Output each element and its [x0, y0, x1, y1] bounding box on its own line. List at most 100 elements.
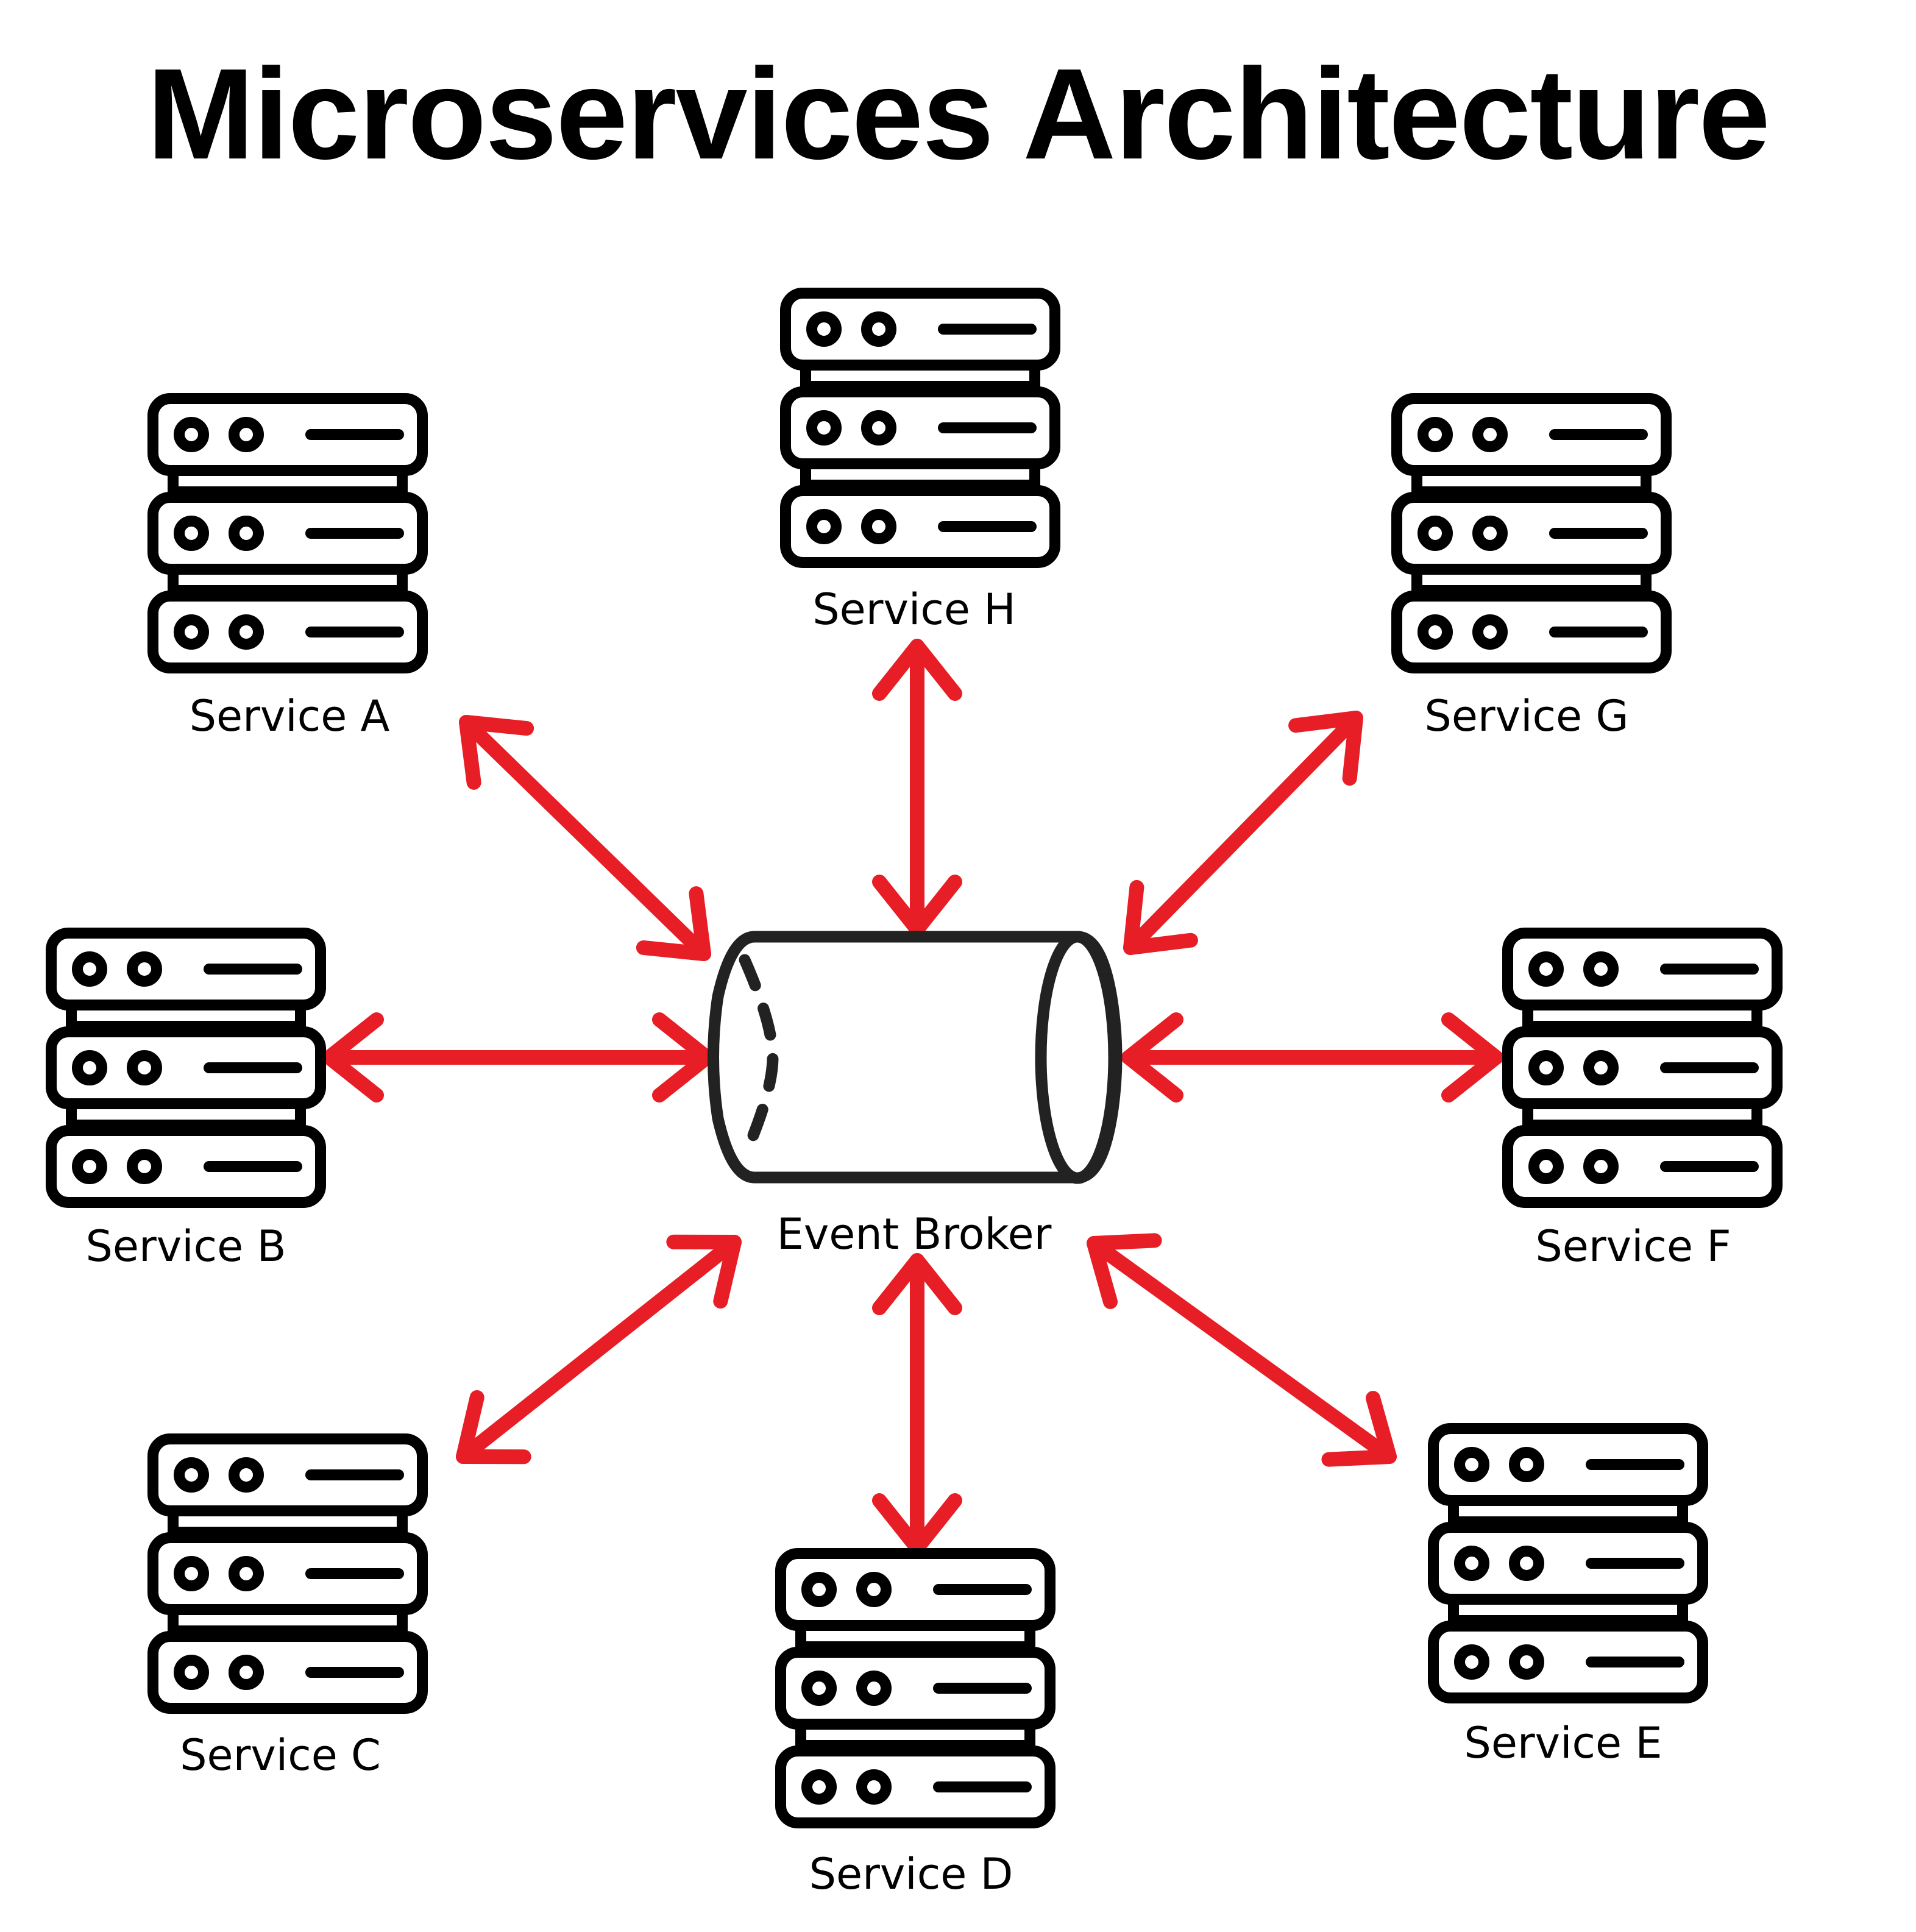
connection-arrow-f	[1121, 1012, 1503, 1103]
service-label-h: Service H	[812, 584, 1016, 634]
service-label-d: Service D	[809, 1849, 1013, 1899]
status-light-icon	[1583, 951, 1619, 987]
status-light-icon	[1454, 1546, 1489, 1581]
server-rack-icon	[46, 928, 326, 1208]
status-light-icon	[1472, 417, 1508, 452]
status-light-icon	[174, 1655, 209, 1690]
server-unit	[147, 1532, 428, 1615]
server-unit	[1391, 492, 1672, 575]
status-light-icon	[127, 1149, 162, 1184]
server-rack-icon	[147, 393, 428, 673]
server-rack-icon	[780, 288, 1060, 568]
connection-arrow-d	[872, 1253, 962, 1555]
status-light-icon	[1528, 1050, 1564, 1085]
status-light-icon	[127, 951, 162, 987]
server-unit	[1428, 1621, 1708, 1703]
connection-arrow-e	[1087, 1233, 1397, 1467]
server-rack-icon	[1391, 393, 1672, 673]
service-node-c	[147, 1433, 428, 1714]
status-light-icon	[1528, 1149, 1564, 1184]
status-light-icon	[1509, 1546, 1544, 1581]
status-light-icon	[801, 1769, 837, 1805]
status-light-icon	[72, 1149, 107, 1184]
connection-arrow-g	[1123, 711, 1363, 955]
service-node-h	[780, 288, 1060, 568]
connection-arrow-b	[322, 1012, 714, 1103]
server-unit	[1502, 1125, 1783, 1208]
event-broker-node	[708, 931, 1123, 1184]
event-broker-label: Event Broker	[776, 1209, 1052, 1259]
server-unit	[147, 1433, 428, 1516]
status-light-icon	[1472, 516, 1508, 551]
status-light-icon	[856, 1769, 892, 1805]
status-light-icon	[1583, 1149, 1619, 1184]
status-light-icon	[1528, 951, 1564, 987]
connection-arrow-h	[872, 639, 962, 937]
server-rack-icon	[775, 1548, 1056, 1828]
status-light-icon	[1454, 1644, 1489, 1680]
status-light-icon	[229, 1457, 264, 1493]
cylinder-icon	[708, 931, 1123, 1184]
service-label-b: Service B	[85, 1221, 286, 1271]
status-light-icon	[861, 311, 896, 347]
status-light-icon	[174, 417, 209, 452]
server-rack-icon	[147, 1433, 428, 1714]
server-unit	[1391, 393, 1672, 476]
server-unit	[775, 1548, 1056, 1631]
server-unit	[775, 1647, 1056, 1730]
status-light-icon	[1454, 1447, 1489, 1482]
server-unit	[1391, 591, 1672, 673]
server-unit	[147, 1631, 428, 1714]
server-unit	[775, 1746, 1056, 1828]
service-label-e: Service E	[1464, 1718, 1662, 1768]
status-light-icon	[72, 1050, 107, 1085]
connection-arrow-a	[459, 715, 711, 961]
service-node-e	[1428, 1423, 1708, 1703]
status-light-icon	[856, 1572, 892, 1607]
server-unit	[147, 393, 428, 476]
status-light-icon	[229, 1556, 264, 1591]
service-label-g: Service G	[1424, 691, 1629, 741]
diagram-canvas	[46, 288, 1783, 1828]
service-node-d	[775, 1548, 1056, 1828]
status-light-icon	[229, 516, 264, 551]
status-light-icon	[1583, 1050, 1619, 1085]
service-node-g	[1391, 393, 1672, 673]
server-unit	[1428, 1423, 1708, 1506]
server-unit	[1502, 928, 1783, 1010]
status-light-icon	[806, 410, 842, 446]
server-rack-icon	[1428, 1423, 1708, 1703]
server-rack-icon	[1502, 928, 1783, 1208]
status-light-icon	[1509, 1644, 1544, 1680]
service-node-a	[147, 393, 428, 673]
status-light-icon	[229, 417, 264, 452]
status-light-icon	[174, 516, 209, 551]
server-unit	[1502, 1026, 1783, 1109]
service-label-f: Service F	[1535, 1221, 1731, 1271]
status-light-icon	[861, 410, 896, 446]
server-unit	[147, 591, 428, 673]
service-label-a: Service A	[189, 691, 390, 741]
connection-arrow-c	[456, 1234, 742, 1465]
status-light-icon	[861, 509, 896, 544]
server-unit	[780, 288, 1060, 371]
status-light-icon	[174, 1457, 209, 1493]
server-unit	[780, 485, 1060, 568]
status-light-icon	[174, 1556, 209, 1591]
status-light-icon	[72, 951, 107, 987]
service-node-b	[46, 928, 326, 1208]
status-light-icon	[127, 1050, 162, 1085]
server-unit	[46, 1125, 326, 1208]
server-unit	[46, 928, 326, 1010]
status-light-icon	[801, 1572, 837, 1607]
status-light-icon	[1472, 614, 1508, 650]
status-light-icon	[856, 1671, 892, 1706]
server-unit	[147, 492, 428, 575]
status-light-icon	[806, 311, 842, 347]
server-unit	[780, 386, 1060, 469]
service-label-c: Service C	[180, 1730, 381, 1780]
status-light-icon	[801, 1671, 837, 1706]
status-light-icon	[229, 1655, 264, 1690]
status-light-icon	[229, 614, 264, 650]
status-light-icon	[1509, 1447, 1544, 1482]
